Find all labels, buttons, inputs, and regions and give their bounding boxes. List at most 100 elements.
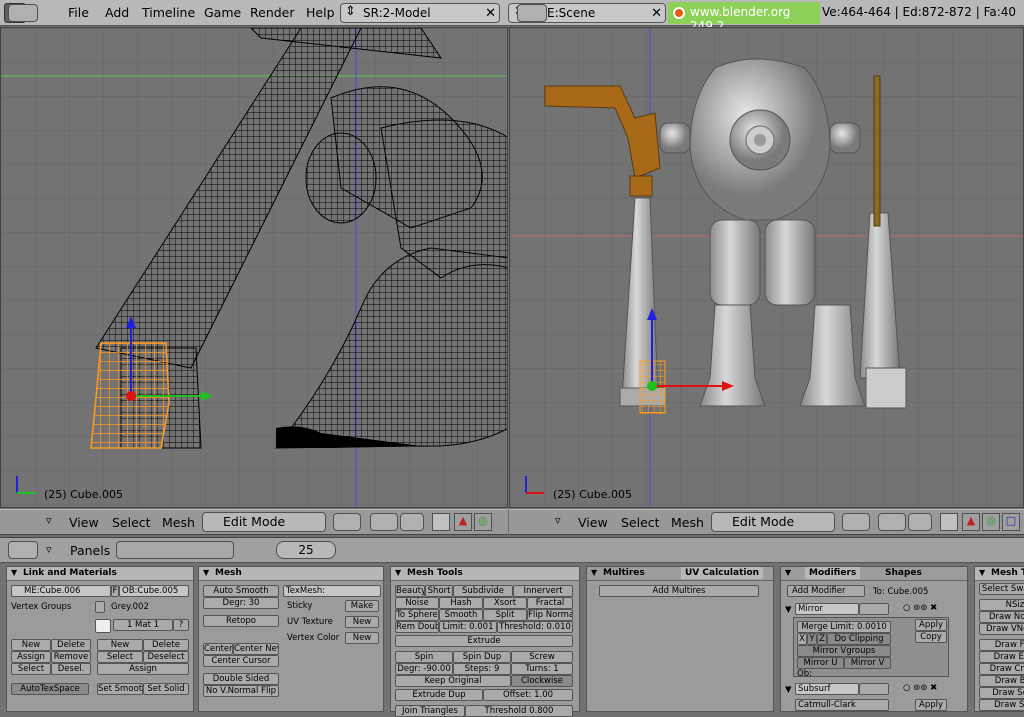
copy-button[interactable]: Copy: [915, 631, 947, 643]
snap-icon[interactable]: [908, 513, 932, 531]
short-toggle[interactable]: Short: [425, 585, 453, 597]
collapse-triangle-icon[interactable]: ▼: [11, 568, 17, 577]
apply-button[interactable]: Apply: [915, 619, 947, 631]
frame-counter[interactable]: 25: [276, 541, 336, 559]
clockwise-toggle[interactable]: Clockwise: [511, 675, 573, 687]
sticky-make-button[interactable]: Make: [345, 600, 379, 612]
screen-selector[interactable]: ⇕ SR:2-Model ✕: [340, 3, 500, 23]
autotexspace-toggle[interactable]: AutoTexSpace: [11, 683, 89, 695]
collapse-triangle-icon[interactable]: ▼: [395, 568, 401, 577]
draw-creases-toggle[interactable]: Draw Creases: [979, 663, 1024, 675]
spin-dup-button[interactable]: Spin Dup: [453, 651, 511, 663]
vertex-color-new-button[interactable]: New: [345, 632, 379, 644]
chevron-down-icon[interactable]: ▿: [46, 514, 52, 527]
limit-field[interactable]: Limit: 0.001: [439, 621, 497, 633]
modifier-toggle-icons[interactable]: [859, 683, 889, 695]
mirror-z-toggle[interactable]: Z: [817, 633, 827, 645]
split-button[interactable]: Split: [483, 609, 527, 621]
screw-button[interactable]: Screw: [511, 651, 573, 663]
double-sided-toggle[interactable]: Double Sided: [203, 673, 279, 685]
set-smooth-button[interactable]: Set Smoot: [97, 683, 143, 695]
innervert-button[interactable]: Innervert: [513, 585, 573, 597]
do-clipping-toggle[interactable]: Do Clipping: [827, 633, 891, 645]
chevron-down-icon[interactable]: ▿: [555, 514, 561, 527]
chevron-down-icon[interactable]: ▿: [46, 543, 52, 556]
draw-edges-toggle[interactable]: Draw Edges: [979, 651, 1024, 663]
vgroup-delete-button[interactable]: Delete: [51, 639, 91, 651]
menu-timeline[interactable]: Timeline: [142, 5, 195, 20]
no-vnormal-flip-toggle[interactable]: No V.Normal Flip: [203, 685, 279, 697]
draw-vnormals-toggle[interactable]: Draw VNormals: [979, 623, 1024, 635]
rotate-triangle-icon[interactable]: ▲: [962, 513, 980, 531]
scale-circle-icon[interactable]: ◎: [474, 513, 492, 531]
add-multires-button[interactable]: Add Multires: [599, 585, 759, 597]
center-cursor-button[interactable]: Center Cursor: [203, 655, 279, 667]
flip-normal-button[interactable]: Flip Normal: [527, 609, 573, 621]
tab-modifiers[interactable]: Modifiers: [805, 567, 861, 579]
buttons-window-type-icon[interactable]: [8, 541, 38, 559]
menu-select[interactable]: Select: [621, 515, 660, 530]
select-swap-button[interactable]: Select Swap: [979, 583, 1024, 595]
material-deselect-button[interactable]: Deselect: [143, 651, 189, 663]
steps-field[interactable]: Steps: 9: [453, 663, 511, 675]
draw-type-icon[interactable]: [842, 513, 870, 531]
hash-button[interactable]: Hash: [439, 597, 483, 609]
texmesh-field[interactable]: TexMesh:: [283, 585, 381, 597]
turns-field[interactable]: Turns: 1: [511, 663, 573, 675]
extrude-dup-button[interactable]: Extrude Dup: [395, 689, 483, 701]
fake-user-button[interactable]: F: [111, 585, 119, 597]
material-select-button[interactable]: Select: [97, 651, 143, 663]
uv-texture-new-button[interactable]: New: [345, 616, 379, 628]
menu-add[interactable]: Add: [105, 5, 129, 20]
context-icons[interactable]: [116, 541, 234, 559]
mirror-u-toggle[interactable]: Mirror U: [797, 657, 844, 669]
menu-view[interactable]: View: [578, 515, 608, 530]
threshold-field[interactable]: Threshold: 0.010: [497, 621, 573, 633]
draw-type-icon[interactable]: [333, 513, 361, 531]
mode-selector[interactable]: Edit Mode: [711, 512, 835, 532]
collapse-triangle-icon[interactable]: ▼: [785, 568, 791, 577]
apply-button[interactable]: Apply: [915, 699, 947, 711]
vgroup-remove-button[interactable]: Remove: [51, 651, 91, 663]
keep-original-toggle[interactable]: Keep Original: [395, 675, 511, 687]
modifier-toggle-icons[interactable]: [859, 603, 889, 615]
mirror-y-toggle[interactable]: Y: [807, 633, 817, 645]
set-solid-button[interactable]: Set Solid: [143, 683, 189, 695]
menu-render[interactable]: Render: [250, 5, 295, 20]
material-help-button[interactable]: ?: [173, 619, 189, 631]
mirror-vgroups-toggle[interactable]: Mirror Vgroups: [797, 645, 891, 657]
spin-button[interactable]: Spin: [395, 651, 453, 663]
tab-shapes[interactable]: Shapes: [885, 568, 922, 578]
material-new-button[interactable]: New: [97, 639, 143, 651]
merge-limit-field[interactable]: Merge Limit: 0.0010: [797, 621, 891, 633]
mirror-x-toggle[interactable]: X: [797, 633, 807, 645]
pivot-icon[interactable]: [370, 513, 398, 531]
view3d-window-type-icon[interactable]: [8, 4, 38, 22]
viewport-right[interactable]: (25) Cube.005: [509, 27, 1024, 508]
vgroup-assign-button[interactable]: Assign: [11, 651, 51, 663]
smooth-degree-field[interactable]: Degr: 30: [203, 597, 279, 609]
material-color-swatch[interactable]: [95, 619, 111, 633]
threshold2-field[interactable]: Threshold 0.800: [465, 705, 573, 717]
mirror-v-toggle[interactable]: Mirror V: [844, 657, 891, 669]
close-icon[interactable]: ✕: [651, 6, 662, 21]
modifier-move-icons[interactable]: ○ ⊚⊚ ✖: [903, 683, 937, 693]
modifier-move-icons[interactable]: ○ ⊚⊚ ✖: [903, 603, 937, 613]
rotate-triangle-icon[interactable]: ▲: [454, 513, 472, 531]
draw-seams-toggle[interactable]: Draw Seams: [979, 687, 1024, 699]
beauty-toggle[interactable]: Beauty: [395, 585, 425, 597]
panels-label[interactable]: Panels: [70, 543, 110, 558]
spin-degree-field[interactable]: Degr: -90.00: [395, 663, 453, 675]
grab-hand-icon[interactable]: [432, 513, 450, 531]
collapse-triangle-icon[interactable]: ▼: [591, 568, 597, 577]
mode-selector[interactable]: Edit Mode: [202, 512, 326, 532]
grab-hand-icon[interactable]: [940, 513, 958, 531]
extrude-button[interactable]: Extrude: [395, 635, 573, 647]
viewport-left[interactable]: (25) Cube.005: [0, 27, 508, 508]
menu-help[interactable]: Help: [306, 5, 335, 20]
nsize-field[interactable]: NSize:: [979, 599, 1024, 611]
snap-icon[interactable]: [400, 513, 424, 531]
collapse-triangle-icon[interactable]: ▼: [203, 568, 209, 577]
menu-select[interactable]: Select: [112, 515, 151, 530]
mirror-modifier-name[interactable]: Mirror: [795, 603, 859, 615]
